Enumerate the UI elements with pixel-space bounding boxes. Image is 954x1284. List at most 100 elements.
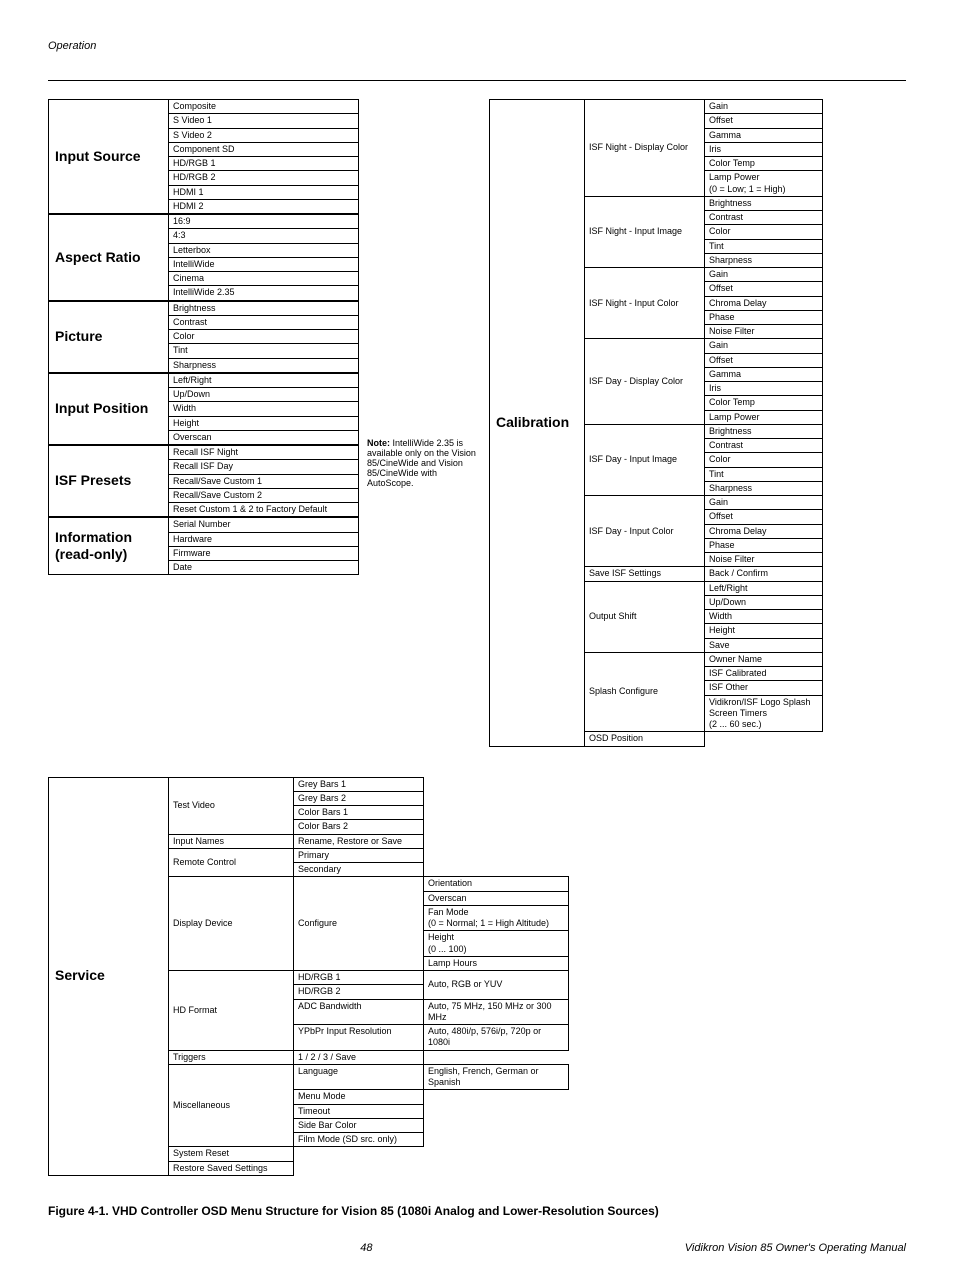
calibration-item: Owner Name (705, 652, 823, 666)
calibration-item: Color (705, 225, 823, 239)
menu-item: Height (169, 416, 359, 430)
calibration-item: Chroma Delay (705, 296, 823, 310)
calibration-group: ISF Night - Input Color (585, 268, 705, 339)
calibration-item: Gain (705, 496, 823, 510)
page-header: Operation (48, 40, 906, 81)
calibration-group: ISF Day - Input Color (585, 496, 705, 567)
menu-item: Recall ISF Night (169, 446, 359, 460)
menu-item: Letterbox (169, 243, 359, 257)
service-sub2: Color Bars 1 (294, 806, 424, 820)
service-sub2: HD/RGB 2 (294, 985, 424, 999)
service-sub3: Height (0 ... 100) (424, 931, 569, 957)
menu-item: Color (169, 330, 359, 344)
menu-item: Reset Custom 1 & 2 to Factory Default (169, 503, 359, 517)
service-category: Service (49, 777, 169, 1175)
menu-item: Left/Right (169, 373, 359, 387)
menu-item: HDMI 1 (169, 185, 359, 199)
menu-item: Up/Down (169, 388, 359, 402)
menu-item: Overscan (169, 430, 359, 444)
menu-item: Sharpness (169, 358, 359, 372)
service-sub: HD Format (169, 971, 294, 1051)
calibration-item: Color Temp (705, 157, 823, 171)
calibration-item: Lamp Power (0 = Low; 1 = High) (705, 171, 823, 197)
calibration-item: Phase (705, 538, 823, 552)
calibration-item: Left/Right (705, 581, 823, 595)
calibration-group: ISF Night - Display Color (585, 100, 705, 197)
menu-category: Input Source (49, 100, 169, 214)
menu-item: Width (169, 402, 359, 416)
menu-item: Contrast (169, 315, 359, 329)
service-sub2: Film Mode (SD src. only) (294, 1133, 424, 1147)
calibration-item: Vidikron/ISF Logo Splash Screen Timers (… (705, 695, 823, 732)
calibration-group: Save ISF Settings (585, 567, 705, 581)
menu-item: S Video 1 (169, 114, 359, 128)
calibration-item: Gain (705, 339, 823, 353)
menu-item: HD/RGB 1 (169, 157, 359, 171)
service-block: ServiceTest VideoGrey Bars 1Grey Bars 2C… (48, 777, 906, 1176)
service-sub3: Fan Mode (0 = Normal; 1 = High Altitude) (424, 905, 569, 931)
calibration-item: Up/Down (705, 595, 823, 609)
service-sub: Display Device (169, 877, 294, 971)
calibration-item: Color (705, 453, 823, 467)
left-menu-column: Input SourceCompositeS Video 1S Video 2C… (48, 99, 359, 575)
menu-item: HD/RGB 2 (169, 171, 359, 185)
calibration-category: Calibration (490, 100, 585, 747)
service-sub2: Timeout (294, 1104, 424, 1118)
calibration-item: Chroma Delay (705, 524, 823, 538)
page-number: 48 (48, 1242, 685, 1254)
service-sub2: Side Bar Color (294, 1118, 424, 1132)
service-sub2: Rename, Restore or Save (294, 834, 424, 848)
calibration-group: Output Shift (585, 581, 705, 652)
calibration-item: ISF Calibrated (705, 667, 823, 681)
menu-item: Date (169, 561, 359, 575)
menu-item: Firmware (169, 546, 359, 560)
service-sub: Miscellaneous (169, 1064, 294, 1147)
calibration-block: CalibrationISF Night - Display Color Gain… (489, 99, 823, 747)
calibration-item: Offset (705, 282, 823, 296)
service-sub3: Auto, RGB or YUV (424, 971, 569, 1000)
menu-category: Picture (49, 301, 169, 372)
calibration-item: Tint (705, 239, 823, 253)
service-sub3: Auto, 480i/p, 576i/p, 720p or 1080i (424, 1025, 569, 1051)
menu-category: Information (read-only) (49, 518, 169, 575)
menu-item: Brightness (169, 301, 359, 315)
section-label: Operation (48, 40, 906, 52)
manual-title: Vidikron Vision 85 Owner's Operating Man… (685, 1242, 906, 1254)
service-sub: Test Video (169, 777, 294, 834)
menu-item: IntelliWide 2.35 (169, 286, 359, 300)
menu-item: 16:9 (169, 215, 359, 229)
calibration-item: Iris (705, 142, 823, 156)
service-sub2: Secondary (294, 863, 424, 877)
page-footer: 48 Vidikron Vision 85 Owner's Operating … (48, 1242, 906, 1254)
calibration-item: Height (705, 624, 823, 638)
service-sub: System Reset (169, 1147, 294, 1161)
service-sub2: 1 / 2 / 3 / Save (294, 1050, 424, 1064)
calibration-item: Contrast (705, 211, 823, 225)
calibration-group: Splash Configure (585, 652, 705, 732)
menu-category: Aspect Ratio (49, 215, 169, 301)
service-sub: Remote Control (169, 848, 294, 877)
service-sub2: Grey Bars 2 (294, 791, 424, 805)
calibration-item: Brightness (705, 196, 823, 210)
service-sub: Input Names (169, 834, 294, 848)
menu-item: Component SD (169, 142, 359, 156)
service-sub2: YPbPr Input Resolution (294, 1025, 424, 1051)
calibration-group: ISF Night - Input Image (585, 196, 705, 267)
menu-item: Composite (169, 100, 359, 114)
service-sub: Triggers (169, 1050, 294, 1064)
calibration-item: Lamp Power (705, 410, 823, 424)
calibration-item: Save (705, 638, 823, 652)
service-sub2: Color Bars 2 (294, 820, 424, 834)
menu-item: Tint (169, 344, 359, 358)
note-bold: Note: (367, 438, 390, 448)
calibration-item: Gamma (705, 367, 823, 381)
menu-item: IntelliWide (169, 257, 359, 271)
calibration-item: Color Temp (705, 396, 823, 410)
calibration-item: Gain (705, 268, 823, 282)
menu-item: Serial Number (169, 518, 359, 532)
calibration-item: Back / Confirm (705, 567, 823, 581)
service-sub2: Menu Mode (294, 1090, 424, 1104)
calibration-item: Contrast (705, 439, 823, 453)
calibration-group: ISF Day - Display Color (585, 339, 705, 425)
calibration-item: Gamma (705, 128, 823, 142)
